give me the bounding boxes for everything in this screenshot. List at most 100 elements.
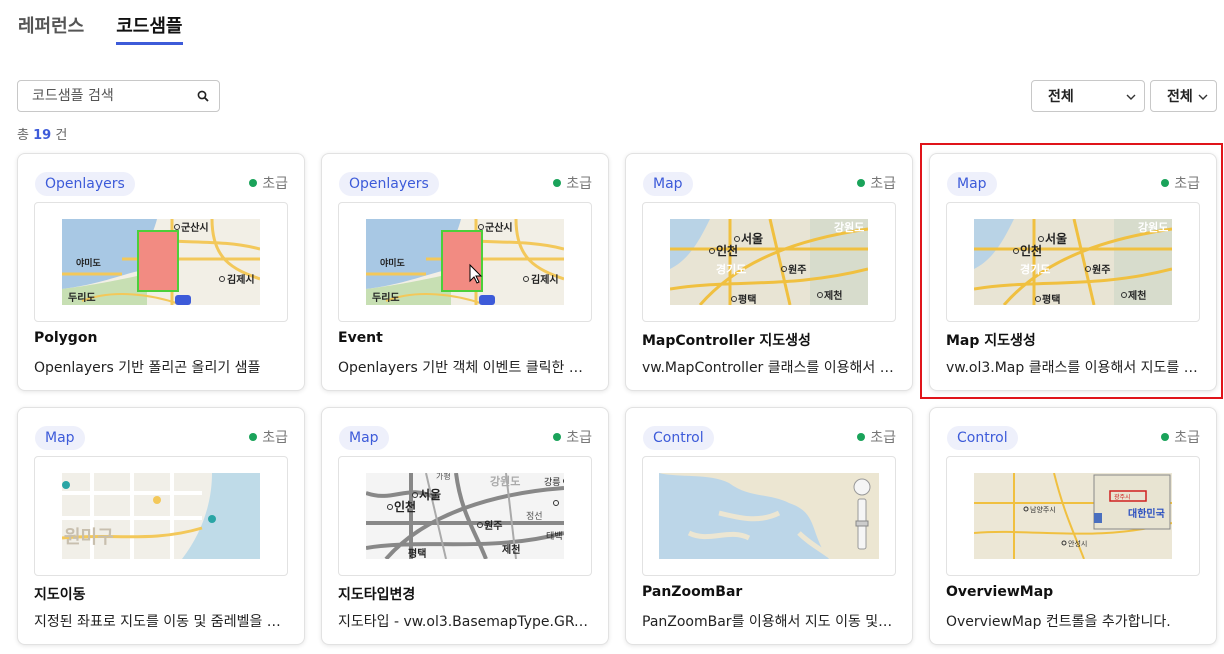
map-label: 인천 bbox=[394, 499, 416, 514]
card-description: OverviewMap 컨트롤을 추가합니다. bbox=[946, 614, 1171, 630]
map-label: 안성시 bbox=[1068, 539, 1087, 548]
category-badge: Map bbox=[643, 172, 693, 196]
map-label: 야미도 bbox=[76, 257, 102, 269]
card-description: PanZoomBar를 이용해서 지도 이동 및 줌 설정 bbox=[642, 614, 896, 630]
card-title: MapController 지도생성 bbox=[642, 333, 811, 349]
level-filter-value: 전체 bbox=[1048, 89, 1074, 105]
collapse-arrow-icon bbox=[1094, 513, 1102, 523]
map-label: 가평 bbox=[436, 473, 451, 481]
map-label: 군산시 bbox=[485, 221, 513, 234]
map-thumbnail-image: 서울 인천 경기도 원주 평택 제천 강원도 bbox=[670, 219, 868, 305]
category-badge: Openlayers bbox=[35, 172, 135, 196]
result-count: 총 19 건 bbox=[17, 124, 67, 143]
card-title: PanZoomBar bbox=[642, 584, 743, 600]
category-badge: Control bbox=[643, 426, 714, 450]
category-badge: Map bbox=[35, 426, 85, 450]
sample-card-panzoombar[interactable]: Control 초급 PanZoomBar PanZoomBar를 이용해서 지… bbox=[625, 407, 913, 645]
chevron-down-icon bbox=[1126, 88, 1136, 104]
sample-thumbnail: 군산시 야미도 김제시 두리도 bbox=[34, 202, 288, 322]
highway-shield-icon bbox=[175, 295, 191, 305]
level-label: 초급 bbox=[870, 176, 896, 192]
map-thumbnail-image: 군산시 야미도 김제시 두리도 bbox=[62, 219, 260, 305]
map-label: 제천 bbox=[824, 289, 842, 302]
map-label: 제천 bbox=[502, 543, 520, 556]
map-label: 평택 bbox=[408, 547, 426, 559]
category-badge: Openlayers bbox=[339, 172, 439, 196]
map-label: 대한민국 bbox=[1128, 507, 1165, 520]
card-title: 지도타입변경 bbox=[338, 587, 416, 603]
level-label: 초급 bbox=[870, 430, 896, 446]
map-label: 김제시 bbox=[531, 273, 559, 286]
status-dot-icon bbox=[1161, 433, 1170, 441]
sample-card-event[interactable]: Openlayers 초급 군산시 야미도 김제시 두리도 Event Open… bbox=[321, 153, 609, 391]
map-label: 강릉 bbox=[544, 477, 561, 488]
card-description: Openlayers 기반 폴리곤 올리기 샘플 bbox=[34, 360, 261, 376]
sample-thumbnail: 원미구 bbox=[34, 456, 288, 576]
search-box bbox=[17, 80, 220, 112]
count-suffix: 건 bbox=[55, 128, 68, 143]
level-label: 초급 bbox=[262, 176, 288, 192]
map-thumbnail-image: 남양주시 안성시 광주시 대한민국 bbox=[974, 473, 1172, 559]
map-thumbnail-image: 서울 인천 원주 평택 제천 강원도 정선 강릉 태백 가평 bbox=[366, 473, 564, 559]
sample-thumbnail: 서울 인천 원주 평택 제천 강원도 정선 강릉 태백 가평 bbox=[338, 456, 592, 576]
level-indicator: 초급 bbox=[857, 427, 896, 447]
sample-card-map-type[interactable]: Map 초급 서울 인천 원주 평택 제천 강원도 정선 강릉 태백 가평 지도… bbox=[321, 407, 609, 645]
search-input[interactable] bbox=[32, 88, 197, 104]
sample-thumbnail: 군산시 야미도 김제시 두리도 bbox=[338, 202, 592, 322]
map-label: 군산시 bbox=[181, 221, 209, 234]
status-dot-icon bbox=[553, 433, 562, 441]
level-label: 초급 bbox=[1174, 430, 1200, 446]
status-dot-icon bbox=[857, 433, 866, 441]
level-indicator: 초급 bbox=[249, 427, 288, 447]
map-label: 서울 bbox=[419, 487, 441, 502]
tab-code-samples[interactable]: 코드샘플 bbox=[116, 12, 183, 45]
map-label: 원주 bbox=[788, 263, 806, 276]
map-label: 남양주시 bbox=[1030, 505, 1056, 514]
card-title: 지도이동 bbox=[34, 587, 86, 603]
level-indicator: 초급 bbox=[249, 173, 288, 193]
map-label: 인천 bbox=[716, 243, 738, 258]
card-description: 지정된 좌표로 지도를 이동 및 줌레벨을 설정합니다. bbox=[34, 614, 288, 630]
sample-thumbnail: 서울 인천 경기도 원주 평택 제천 강원도 bbox=[642, 202, 896, 322]
card-description: vw.MapController 클래스를 이용해서 지도를 생성합니다. bbox=[642, 360, 896, 376]
map-label: 원미구 bbox=[64, 527, 114, 548]
map-label: 경기도 bbox=[716, 262, 746, 276]
level-label: 초급 bbox=[566, 430, 592, 446]
sample-card-polygon[interactable]: Openlayers 초급 군산시 야미도 김제시 두리도 Polygon Op… bbox=[17, 153, 305, 391]
card-description: 지도타입 - vw.ol3.BasemapType.GRAPHIC bbox=[338, 614, 592, 630]
count-value: 19 bbox=[33, 128, 52, 143]
sample-card-overviewmap[interactable]: Control 초급 남양주시 안성시 광주시 대한민국 OverviewMap… bbox=[929, 407, 1217, 645]
level-indicator: 초급 bbox=[553, 427, 592, 447]
search-icon[interactable] bbox=[197, 87, 209, 106]
status-dot-icon bbox=[857, 179, 866, 187]
highway-shield-icon bbox=[479, 295, 495, 305]
sample-card-mapcontroller[interactable]: Map 초급 서울 인천 경기도 원주 평택 제천 강원도 MapControl… bbox=[625, 153, 913, 391]
level-indicator: 초급 bbox=[553, 173, 592, 193]
category-filter-value: 전체 bbox=[1167, 89, 1193, 105]
count-prefix: 총 bbox=[17, 128, 29, 143]
status-dot-icon bbox=[553, 179, 562, 187]
tab-reference[interactable]: 레퍼런스 bbox=[18, 12, 84, 45]
map-label: 두리도 bbox=[68, 291, 96, 304]
level-indicator: 초급 bbox=[857, 173, 896, 193]
chevron-down-icon bbox=[1198, 88, 1208, 104]
category-filter-select[interactable]: 전체 bbox=[1150, 80, 1217, 112]
map-label: 서울 bbox=[741, 231, 763, 246]
map-thumbnail-image bbox=[659, 473, 879, 559]
highlight-box bbox=[920, 143, 1223, 399]
card-title: Event bbox=[338, 330, 383, 346]
level-filter-select[interactable]: 전체 bbox=[1031, 80, 1145, 112]
sample-card-map-move[interactable]: Map 초급 원미구 지도이동 지정된 좌표로 지도를 이동 및 줌레벨을 설정… bbox=[17, 407, 305, 645]
map-label: 강원도 bbox=[834, 220, 864, 234]
status-dot-icon bbox=[249, 179, 258, 187]
tab-bar: 레퍼런스 코드샘플 bbox=[18, 12, 183, 45]
sample-thumbnail bbox=[642, 456, 896, 576]
map-label: 광주시 bbox=[1114, 494, 1131, 501]
status-dot-icon bbox=[249, 433, 258, 441]
overview-map-panel: 광주시 대한민국 bbox=[1093, 474, 1171, 530]
category-badge: Control bbox=[947, 426, 1018, 450]
map-label: 태백 bbox=[546, 531, 563, 542]
category-badge: Map bbox=[339, 426, 389, 450]
map-label: 야미도 bbox=[380, 257, 406, 269]
level-indicator: 초급 bbox=[1161, 427, 1200, 447]
